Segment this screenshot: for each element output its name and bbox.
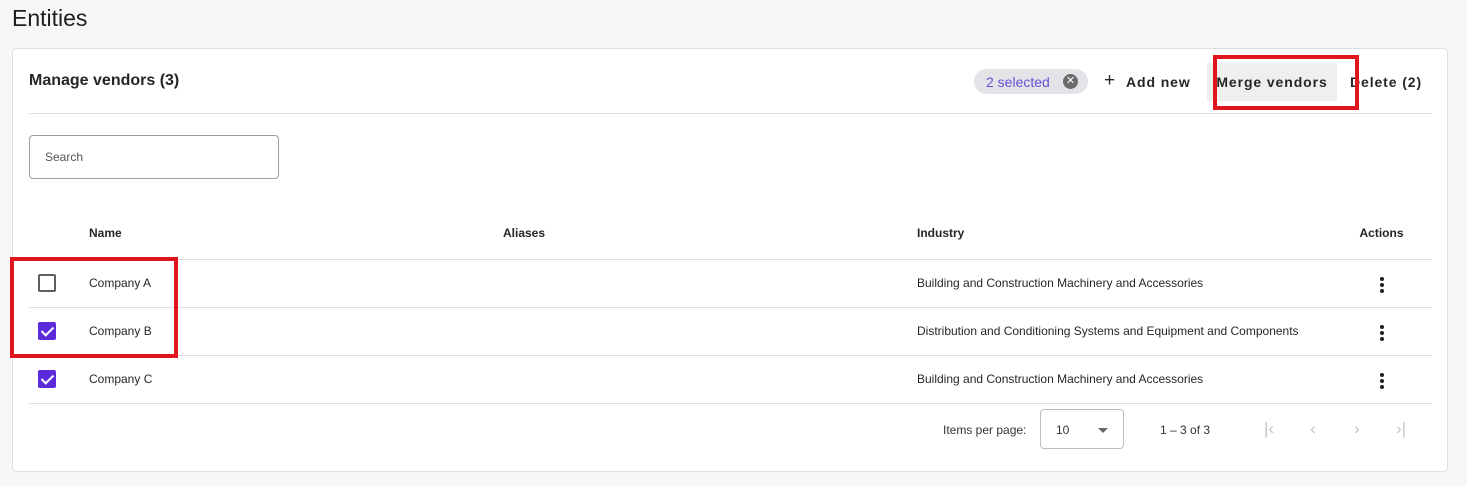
- table-row[interactable]: Company C Building and Construction Mach…: [29, 355, 1432, 404]
- add-new-label: Add new: [1126, 74, 1191, 90]
- row-checkbox[interactable]: [38, 274, 56, 292]
- selected-chip-label: 2 selected: [986, 73, 1050, 90]
- range-label: 1 – 3 of 3: [1160, 423, 1211, 437]
- items-per-page-value: 10: [1056, 423, 1070, 437]
- row-checkbox[interactable]: [38, 370, 56, 388]
- selected-chip[interactable]: 2 selected ✕: [974, 69, 1088, 94]
- caret-down-icon: [1098, 428, 1108, 433]
- row-aliases: [503, 259, 917, 308]
- header-aliases[interactable]: Aliases: [503, 207, 917, 260]
- table-row[interactable]: Company B Distribution and Conditioning …: [29, 307, 1432, 356]
- row-industry: Building and Construction Machinery and …: [917, 355, 1331, 404]
- items-per-page-label: Items per page:: [943, 423, 1027, 437]
- row-name: Company B: [89, 307, 503, 356]
- row-industry: Building and Construction Machinery and …: [917, 259, 1331, 308]
- row-industry: Distribution and Conditioning Systems an…: [917, 307, 1331, 356]
- items-per-page-select[interactable]: 10: [1040, 409, 1124, 449]
- chevron-left-icon[interactable]: ‹: [1303, 419, 1323, 439]
- header-actions: Actions: [1331, 207, 1432, 260]
- row-aliases: [503, 307, 917, 356]
- search-input[interactable]: [29, 135, 279, 179]
- table-header-row: Name Aliases Industry Actions: [29, 207, 1432, 260]
- row-checkbox[interactable]: [38, 322, 56, 340]
- card-header: Manage vendors (3) 2 selected ✕ + Add ne…: [29, 49, 1432, 114]
- header-industry[interactable]: Industry: [917, 207, 1331, 260]
- header-name[interactable]: Name: [89, 207, 503, 260]
- merge-vendors-button[interactable]: Merge vendors: [1207, 63, 1337, 101]
- last-page-icon[interactable]: ›|: [1391, 419, 1411, 439]
- table-row[interactable]: Company A Building and Construction Mach…: [29, 259, 1432, 308]
- card-title: Manage vendors (3): [29, 72, 180, 89]
- page-title: Entities: [12, 5, 88, 31]
- delete-button[interactable]: Delete (2): [1350, 66, 1422, 98]
- header-select: [29, 207, 89, 260]
- vendors-table: Name Aliases Industry Actions Company A …: [29, 207, 1432, 404]
- more-vertical-icon[interactable]: [1372, 321, 1392, 345]
- paginator: Items per page: 10 1 – 3 of 3 |‹ ‹ › ›|: [13, 409, 1449, 449]
- chevron-right-icon[interactable]: ›: [1347, 419, 1367, 439]
- row-name: Company A: [89, 259, 503, 308]
- first-page-icon[interactable]: |‹: [1259, 419, 1279, 439]
- more-vertical-icon[interactable]: [1372, 369, 1392, 393]
- close-circle-icon[interactable]: ✕: [1063, 74, 1078, 89]
- add-new-button[interactable]: + Add new: [1104, 66, 1191, 98]
- row-aliases: [503, 355, 917, 404]
- more-vertical-icon[interactable]: [1372, 273, 1392, 297]
- plus-icon: +: [1104, 70, 1116, 91]
- vendors-card: Manage vendors (3) 2 selected ✕ + Add ne…: [12, 48, 1448, 472]
- row-name: Company C: [89, 355, 503, 404]
